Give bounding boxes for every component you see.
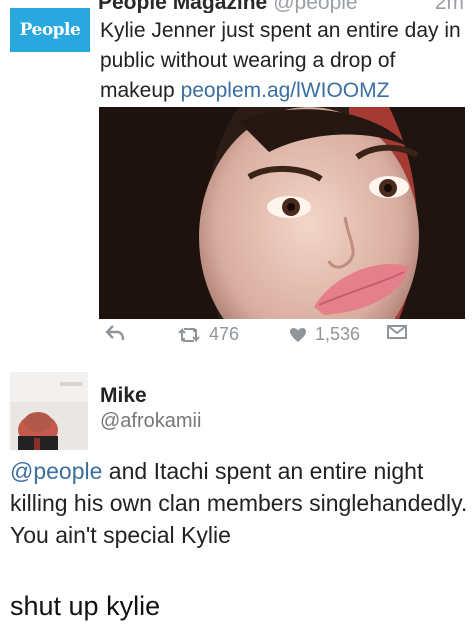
- reply-text: @people and Itachi spent an entire night…: [10, 455, 468, 551]
- people-avatar[interactable]: People: [10, 8, 90, 52]
- tweet-actions: 476 1,536: [99, 324, 465, 348]
- tweet-text: Kylie Jenner just spent an entire day in…: [100, 16, 470, 106]
- dm-icon: [387, 325, 407, 339]
- tweet-handle[interactable]: @people: [273, 0, 357, 13]
- tweet-header: People Magazine @people: [98, 0, 398, 13]
- reply-author-name[interactable]: Mike: [100, 384, 147, 408]
- retweet-action[interactable]: 476: [177, 324, 239, 345]
- meme-caption: shut up kylie: [10, 591, 161, 621]
- kylie-photo-illustration: [99, 107, 465, 319]
- heart-icon: [290, 327, 306, 342]
- reply-mention[interactable]: @people: [10, 458, 102, 484]
- display-name[interactable]: People Magazine: [98, 0, 267, 13]
- dm-action[interactable]: [387, 324, 407, 340]
- retweet-icon: [178, 327, 200, 342]
- original-tweet: People People Magazine @people 2m Kylie J…: [0, 0, 474, 356]
- like-count: 1,536: [315, 324, 361, 344]
- tweet-photo[interactable]: [99, 107, 465, 319]
- reply-author-handle[interactable]: @afrokamii: [100, 410, 201, 433]
- retweet-count: 476: [209, 324, 240, 344]
- itachi-avatar-illustration: [10, 372, 88, 450]
- mike-avatar[interactable]: [10, 372, 88, 450]
- reply-icon: [105, 325, 125, 341]
- like-action[interactable]: 1,536: [289, 324, 360, 345]
- people-logo-text: People: [19, 20, 81, 40]
- tweet-link[interactable]: peoplem.ag/lWIOOMZ: [181, 79, 390, 102]
- reply-action[interactable]: [105, 324, 125, 342]
- tweet-time[interactable]: 2m: [435, 0, 464, 13]
